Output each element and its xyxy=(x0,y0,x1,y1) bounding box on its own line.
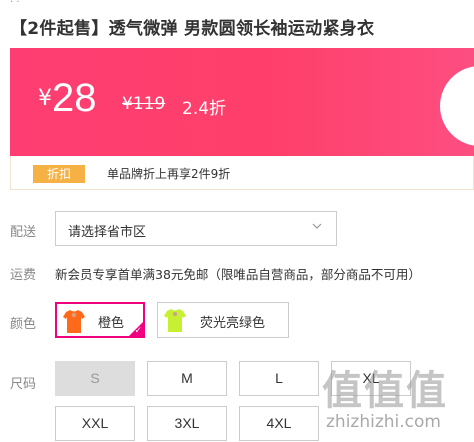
region-select-placeholder: 请选择省市区 xyxy=(68,225,147,240)
promo-text: 单品牌折上再享2件9折 xyxy=(107,167,231,181)
currency-symbol: ¥ xyxy=(38,86,52,111)
color-option-orange[interactable]: 橙色 ✓ xyxy=(55,302,145,338)
current-price: ¥28 xyxy=(38,76,97,121)
current-price-value: 28 xyxy=(52,76,97,120)
partial-link-fragment: · · xyxy=(10,0,20,8)
size-option-4xl[interactable]: 4XL xyxy=(239,406,319,441)
size-option-s: S xyxy=(55,361,135,396)
original-price: ¥119 xyxy=(122,94,166,114)
product-title: 【2件起售】透气微弹 男款圆领长袖运动紧身衣 xyxy=(10,19,375,39)
check-icon: ✓ xyxy=(134,326,142,336)
discount-rate: 2.4折 xyxy=(182,99,227,119)
delivery-label: 配送 xyxy=(10,225,37,240)
promo-tag: 折扣 xyxy=(33,165,85,183)
size-option-m[interactable]: M xyxy=(147,361,227,396)
site-watermark: 值值值 zhizhizhi.com xyxy=(318,358,474,442)
color-option-label: 荧光亮绿色 xyxy=(200,316,266,331)
promo-row: 折扣 单品牌折上再享2件9折 xyxy=(10,156,474,190)
size-option-3xl[interactable]: 3XL xyxy=(147,406,227,441)
size-option-xxl[interactable]: XXL xyxy=(55,406,135,441)
tshirt-orange-icon xyxy=(63,308,85,334)
watermark-logo: 值值值 xyxy=(322,368,448,414)
size-option-l[interactable]: L xyxy=(239,361,319,396)
chevron-down-icon xyxy=(312,221,322,234)
price-banner: ¥28 ¥119 2.4折 xyxy=(10,48,474,156)
region-select[interactable]: 请选择省市区 xyxy=(55,211,337,246)
shipping-label: 运费 xyxy=(10,268,37,283)
banner-decoration xyxy=(440,66,474,146)
tshirt-green-icon xyxy=(164,307,186,333)
shipping-info: 新会员专享首单满38元免邮（限唯品自营商品，部分商品不可用） xyxy=(55,267,421,282)
watermark-url: zhizhizhi.com xyxy=(326,412,441,432)
size-label: 尺码 xyxy=(10,377,37,392)
color-option-label: 橙色 xyxy=(98,316,125,331)
color-option-fluorescent-green[interactable]: 荧光亮绿色 xyxy=(157,302,289,338)
color-label: 颜色 xyxy=(10,317,37,332)
